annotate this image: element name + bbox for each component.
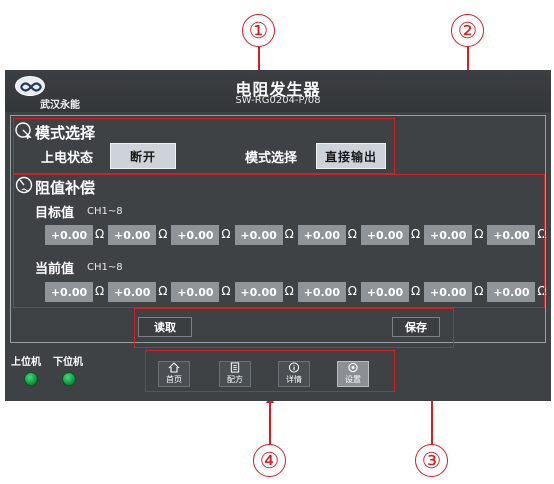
mode-select-button[interactable]: 直接输出 <box>316 143 386 169</box>
nav-info-button[interactable]: 详情 <box>278 361 310 387</box>
upper-machine-label: 上位机 <box>11 357 41 368</box>
callout-4: ④ <box>253 444 286 477</box>
current-unit-ch2: Ω <box>158 284 168 298</box>
target-unit-ch7: Ω <box>474 227 484 241</box>
current-unit-ch7: Ω <box>474 284 484 298</box>
target-value-ch5[interactable]: +0.00 <box>297 225 346 245</box>
current-unit-ch4: Ω <box>284 284 294 298</box>
current-value-label: 当前值 <box>35 262 75 277</box>
info-icon <box>288 362 300 373</box>
nav-settings-label: 设置 <box>345 375 361 384</box>
target-value-label: 目标值 <box>35 206 75 221</box>
target-unit-ch6: Ω <box>411 227 421 241</box>
mode-section-title: 模式选择 <box>35 124 96 142</box>
current-channels-label: CH1~8 <box>87 262 123 273</box>
current-value-ch7[interactable]: +0.00 <box>424 282 473 302</box>
target-channels-label: CH1~8 <box>87 206 123 217</box>
current-unit-ch3: Ω <box>221 284 231 298</box>
power-state-button[interactable]: 断开 <box>110 143 176 169</box>
target-unit-ch4: Ω <box>284 227 294 241</box>
nav-settings-button[interactable]: 设置 <box>337 361 369 387</box>
callout-1: ① <box>242 14 275 47</box>
nav-recipe-label: 配方 <box>227 375 243 384</box>
current-unit-ch5: Ω <box>347 284 357 298</box>
target-value-row: +0.00 Ω +0.00 Ω +0.00 Ω +0.00 Ω +0.00 Ω +0.00 Ω +0.0… <box>45 225 554 245</box>
target-unit-ch2: Ω <box>158 227 168 241</box>
read-button[interactable]: 读取 <box>138 317 192 337</box>
current-value-ch8[interactable]: +0.00 <box>487 282 536 302</box>
save-button[interactable]: 保存 <box>392 317 440 337</box>
target-unit-ch8: Ω <box>537 227 547 241</box>
current-value-ch1[interactable]: +0.00 <box>45 282 93 302</box>
target-value-ch6[interactable]: +0.00 <box>361 225 409 245</box>
settings-icon <box>348 362 358 373</box>
target-value-ch3[interactable]: +0.00 <box>171 225 220 245</box>
header-bar: 武汉永能 电阻发生器 SW-RG0204-P/08 <box>5 70 551 112</box>
callout-2: ② <box>451 14 484 47</box>
mode-select-label: 模式选择 <box>245 151 298 166</box>
gauge-icon <box>15 176 33 194</box>
current-value-ch4[interactable]: +0.00 <box>234 282 283 302</box>
current-unit-ch6: Ω <box>411 284 421 298</box>
callout-3: ③ <box>415 444 448 477</box>
target-value-ch2[interactable]: +0.00 <box>108 225 157 245</box>
target-unit-ch5: Ω <box>347 227 357 241</box>
current-value-ch5[interactable]: +0.00 <box>297 282 346 302</box>
pointer-icon <box>15 122 32 140</box>
current-value-ch6[interactable]: +0.00 <box>361 282 409 302</box>
power-state-label: 上电状态 <box>41 151 94 166</box>
current-value-ch3[interactable]: +0.00 <box>171 282 220 302</box>
callout-4-leader <box>269 402 271 444</box>
nav-home-button[interactable]: 首页 <box>158 361 190 387</box>
model-number: SW-RG0204-P/08 <box>235 95 321 106</box>
target-unit-ch1: Ω <box>95 227 105 241</box>
home-icon <box>168 362 180 373</box>
target-value-ch7[interactable]: +0.00 <box>424 225 473 245</box>
nav-home-label: 首页 <box>166 375 182 384</box>
target-value-ch8[interactable]: +0.00 <box>487 225 536 245</box>
comp-section-title: 阻值补偿 <box>35 179 96 197</box>
current-unit-ch8: Ω <box>537 284 547 298</box>
target-value-ch4[interactable]: +0.00 <box>234 225 283 245</box>
device-screen: 武汉永能 电阻发生器 SW-RG0204-P/08 模式选择 上电状态 断开 模… <box>5 70 551 401</box>
current-value-row: +0.00 Ω +0.00 Ω +0.00 Ω +0.00 Ω +0.00 Ω +0.00 Ω +0.0… <box>45 282 554 302</box>
lower-machine-status-led <box>62 372 76 386</box>
upper-machine-status-led <box>24 372 38 386</box>
recipe-icon <box>230 362 240 373</box>
target-value-ch1[interactable]: +0.00 <box>45 225 93 245</box>
target-unit-ch3: Ω <box>221 227 231 241</box>
current-unit-ch1: Ω <box>95 284 105 298</box>
nav-info-label: 详情 <box>286 375 302 384</box>
nav-recipe-button[interactable]: 配方 <box>219 361 251 387</box>
current-value-ch2[interactable]: +0.00 <box>108 282 157 302</box>
lower-machine-label: 下位机 <box>53 357 83 368</box>
